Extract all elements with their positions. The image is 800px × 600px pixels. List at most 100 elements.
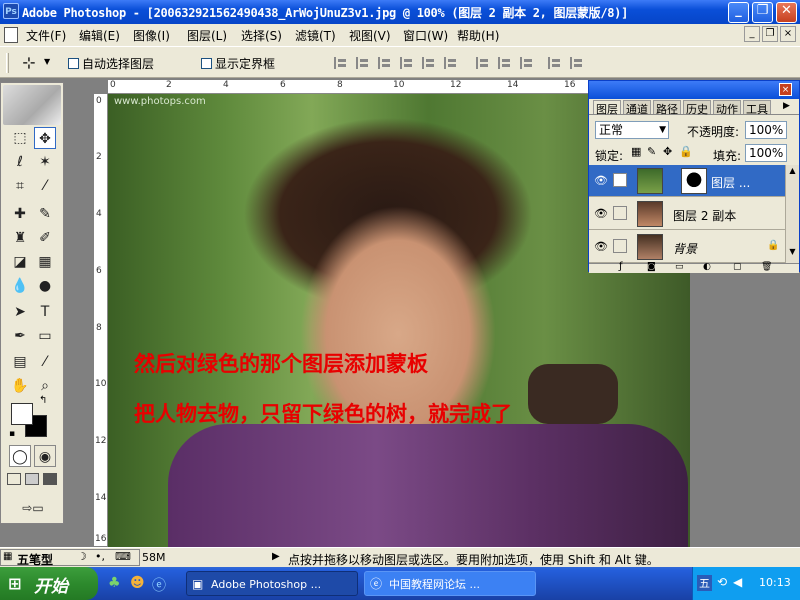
distribute-hcenter-icon[interactable] xyxy=(570,57,586,69)
standard-mode-icon[interactable]: ◯ xyxy=(9,445,31,467)
eraser-tool-icon[interactable]: ◪ xyxy=(9,251,31,273)
quicklaunch-icon-2[interactable]: ☻ xyxy=(130,575,145,591)
move-icon[interactable]: ⊹ xyxy=(18,53,40,73)
layer-link-icon[interactable] xyxy=(613,239,627,253)
doc-minimize-button[interactable]: _ xyxy=(744,26,760,42)
distribute-bottom-icon[interactable] xyxy=(520,57,536,69)
visibility-eye-icon[interactable]: 👁 xyxy=(593,239,609,255)
move-tool-icon[interactable]: ✥ xyxy=(34,127,56,149)
align-bottom-icon[interactable] xyxy=(378,57,394,69)
menu-file[interactable]: 文件(F) xyxy=(26,27,66,44)
marquee-tool-icon[interactable]: ⬚ xyxy=(9,127,31,149)
layer-link-icon[interactable] xyxy=(613,206,627,220)
lock-transparency-icon[interactable]: ▦ xyxy=(631,145,641,158)
menu-window[interactable]: 窗口(W) xyxy=(403,27,448,44)
tab-actions[interactable]: 动作 xyxy=(713,100,741,116)
new-layer-icon[interactable]: ▢ xyxy=(733,262,742,272)
punctuation-icon[interactable]: •, xyxy=(95,550,105,563)
tab-history[interactable]: 历史 xyxy=(683,100,711,116)
foreground-color-top[interactable] xyxy=(11,403,33,425)
screen-mode-full-menu-icon[interactable] xyxy=(25,473,39,485)
align-right-icon[interactable] xyxy=(444,57,460,69)
network-icon[interactable]: ⟲ xyxy=(717,575,727,589)
photoshop-icon[interactable]: Ps xyxy=(3,3,19,19)
align-left-icon[interactable] xyxy=(400,57,416,69)
path-selection-tool-icon[interactable]: ➤ xyxy=(9,301,31,323)
palette-titlebar[interactable]: × xyxy=(589,81,799,99)
add-mask-icon[interactable]: ◙ xyxy=(647,262,656,272)
menu-view[interactable]: 视图(V) xyxy=(349,27,391,44)
scroll-down-icon[interactable]: ▼ xyxy=(787,247,798,259)
keyboard-icon[interactable]: ⌨ xyxy=(115,550,131,563)
quick-mask-mode-icon[interactable]: ◉ xyxy=(34,445,56,467)
visibility-eye-icon[interactable]: 👁 xyxy=(593,206,609,222)
notes-tool-icon[interactable]: ▤ xyxy=(9,351,31,373)
screen-mode-standard-icon[interactable] xyxy=(7,473,21,485)
ime-label[interactable]: 五笔型 xyxy=(17,551,53,568)
layer-row[interactable]: 👁 图层 2 副本 xyxy=(589,198,785,230)
distribute-top-icon[interactable] xyxy=(476,57,492,69)
tab-channels[interactable]: 通道 xyxy=(623,100,651,116)
dodge-tool-icon[interactable]: ● xyxy=(34,275,56,297)
scroll-up-icon[interactable]: ▲ xyxy=(787,166,798,178)
opacity-field[interactable]: 100% xyxy=(745,121,787,139)
menu-select[interactable]: 选择(S) xyxy=(241,27,282,44)
palette-close-icon[interactable]: × xyxy=(779,83,792,96)
slice-tool-icon[interactable]: ⁄ xyxy=(34,175,56,197)
brush-tool-icon[interactable]: ✎ xyxy=(34,203,56,225)
start-button[interactable]: ⊞ 开始 xyxy=(0,567,98,600)
tab-tools[interactable]: 工具 xyxy=(743,100,771,116)
fill-field[interactable]: 100% xyxy=(745,144,787,162)
eyedropper-tool-icon[interactable]: ⁄ xyxy=(34,351,56,373)
layer-style-icon[interactable]: ƒ xyxy=(619,261,623,272)
show-bounding-box-checkbox[interactable] xyxy=(201,58,212,69)
tab-layers[interactable]: 图层 xyxy=(593,100,621,116)
lasso-tool-icon[interactable]: ℓ xyxy=(9,151,31,173)
layer-row[interactable]: 👁 图层 ... xyxy=(589,165,785,197)
shape-tool-icon[interactable]: ▭ xyxy=(34,325,56,347)
ie-icon[interactable]: ⓔ xyxy=(152,575,166,595)
adjustment-layer-icon[interactable]: ◐ xyxy=(703,262,711,272)
visibility-eye-icon[interactable]: 👁 xyxy=(593,173,609,189)
new-group-icon[interactable]: ▭ xyxy=(675,262,684,272)
palette-menu-icon[interactable]: ▶ xyxy=(783,101,790,111)
play-icon[interactable]: ▶ xyxy=(272,551,280,562)
blend-mode-select[interactable]: 正常 ▼ xyxy=(595,121,669,139)
close-button[interactable]: ✕ xyxy=(776,2,797,23)
ime-tray-icon[interactable]: 五 xyxy=(697,575,712,591)
layers-scrollbar[interactable]: ▲ ▼ xyxy=(785,165,799,263)
menu-layer[interactable]: 图层(L) xyxy=(187,27,227,44)
lock-all-icon[interactable]: 🔒 xyxy=(679,145,693,158)
document-icon[interactable] xyxy=(4,27,18,43)
magic-wand-tool-icon[interactable]: ✶ xyxy=(34,151,56,173)
doc-restore-button[interactable]: ❐ xyxy=(762,26,778,42)
trash-icon[interactable]: 🗑 xyxy=(761,262,772,272)
menu-image[interactable]: 图像(I) xyxy=(133,27,170,44)
menu-help[interactable]: 帮助(H) xyxy=(457,27,499,44)
align-top-icon[interactable] xyxy=(334,57,350,69)
taskbar-button-photoshop[interactable]: ▣ Adobe Photoshop ... xyxy=(186,571,358,596)
tab-paths[interactable]: 路径 xyxy=(653,100,681,116)
swap-colors-icon[interactable]: ↰ xyxy=(39,395,47,406)
layer-mask-thumbnail[interactable] xyxy=(681,168,707,194)
layer-mask-link-icon[interactable] xyxy=(613,173,627,187)
quicklaunch-icon[interactable]: ♣ xyxy=(108,575,121,591)
screen-mode-full-icon[interactable] xyxy=(43,473,57,485)
layer-row[interactable]: 👁 背景 🔒 xyxy=(589,231,785,263)
moon-icon[interactable]: ☽ xyxy=(77,550,87,563)
menu-filter[interactable]: 滤镜(T) xyxy=(295,27,336,44)
menu-edit[interactable]: 编辑(E) xyxy=(79,27,120,44)
zoom-tool-icon[interactable]: ⌕ xyxy=(34,375,56,397)
align-vcenter-icon[interactable] xyxy=(356,57,372,69)
taskbar-button-browser[interactable]: ⓔ 中国教程网论坛 ... xyxy=(364,571,536,596)
hand-tool-icon[interactable]: ✋ xyxy=(9,375,31,397)
pen-tool-icon[interactable]: ✒ xyxy=(9,325,31,347)
lock-brush-icon[interactable]: ✎ xyxy=(647,145,656,158)
ime-logo-icon[interactable]: ▦ xyxy=(3,551,12,562)
crop-tool-icon[interactable]: ⌗ xyxy=(9,175,31,197)
gradient-tool-icon[interactable]: ▦ xyxy=(34,251,56,273)
blur-tool-icon[interactable]: 💧 xyxy=(9,275,31,297)
minimize-button[interactable]: _ xyxy=(728,2,749,23)
distribute-vcenter-icon[interactable] xyxy=(498,57,514,69)
restore-button[interactable]: ❐ xyxy=(752,2,773,23)
